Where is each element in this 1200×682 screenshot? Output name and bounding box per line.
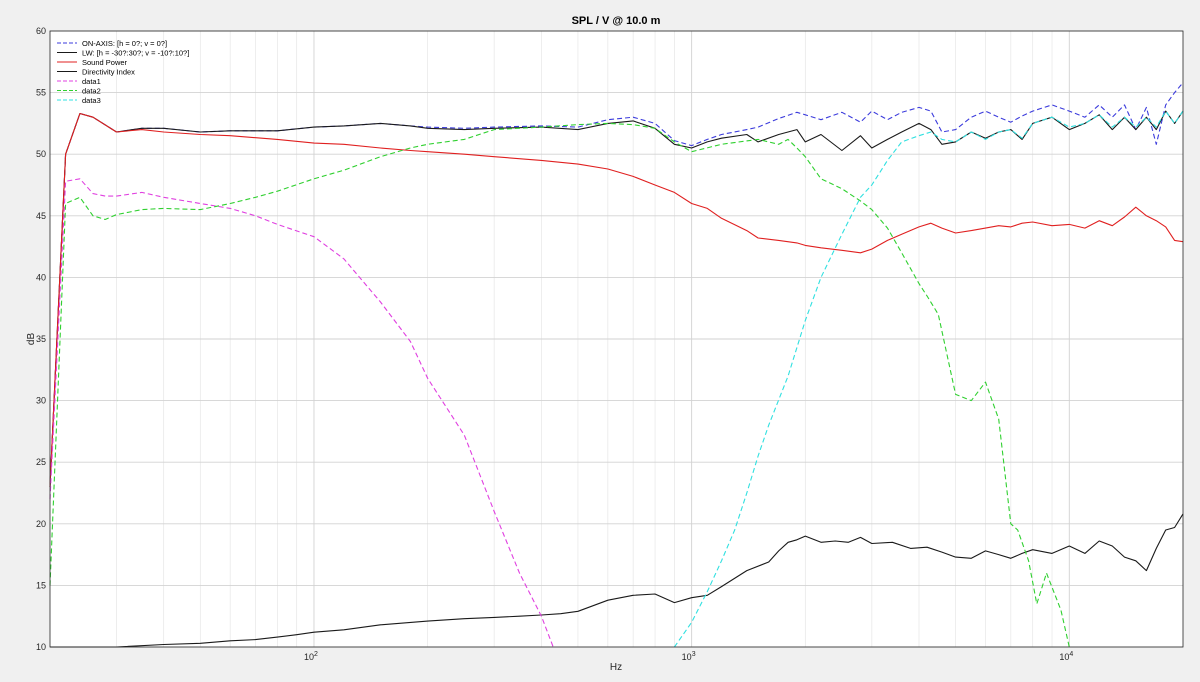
x-tick-label: 103 [682,651,696,662]
x-tick-exponent: 3 [692,651,696,658]
y-tick-label: 15 [36,580,46,590]
legend-label-6: data2 [82,87,101,96]
y-tick-label: 50 [36,149,46,159]
y-tick-label: 30 [36,396,46,406]
chart-figure: SPL / V @ 10.0 m Hz dB 102 103 10410152025… [26,15,1184,673]
legend-label-7: data3 [82,96,101,105]
x-tick-label: 104 [1059,651,1073,662]
x-axis-label: Hz [610,662,622,673]
y-tick-label: 35 [36,334,46,344]
legend-label-2: LW: [h = -30?:30?; v = -10?:10?] [82,49,189,58]
x-tick-label: 102 [304,651,318,662]
y-tick-label: 60 [36,26,46,36]
x-tick-exponent: 4 [1069,651,1073,658]
y-tick-label: 40 [36,272,46,282]
legend-label-5: data1 [82,77,101,86]
y-tick-label: 45 [36,211,46,221]
legend-label-3: Sound Power [82,58,128,67]
y-tick-label: 10 [36,642,46,652]
y-tick-label: 25 [36,457,46,467]
legend-label-4: Directivity Index [82,68,135,77]
y-tick-label: 55 [36,88,46,98]
legend-label-1: ON-AXIS: [h = 0?; v = 0?] [82,39,167,48]
chart-title: SPL / V @ 10.0 m [572,15,661,27]
x-tick-exponent: 2 [314,651,318,658]
y-tick-label: 20 [36,519,46,529]
